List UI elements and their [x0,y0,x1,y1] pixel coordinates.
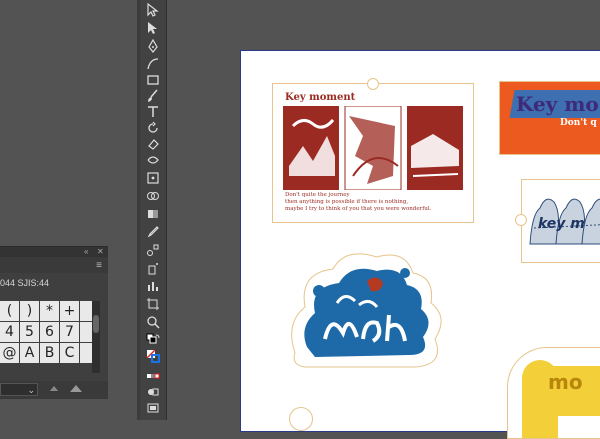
tools-panel [140,0,167,420]
curvature-tool-icon[interactable] [144,56,162,72]
glyph-grid: ( ) * + 4 5 6 7 @ A B C [0,301,99,363]
blend-tool-icon[interactable] [144,242,162,258]
glyph-cell[interactable]: 6 [40,322,59,342]
selection-tool-icon[interactable] [144,2,162,18]
blue-lettering-sticker[interactable] [285,243,455,379]
shape-builder-tool-icon[interactable] [144,188,162,204]
glyph-cell[interactable]: B [40,343,59,363]
card-photo-strip [283,106,463,190]
eyedropper-tool-icon[interactable] [144,224,162,240]
glyph-cell[interactable]: 4 [0,322,19,342]
zoom-select[interactable]: ⌄ [0,383,38,396]
glyph-cell[interactable]: C [60,343,79,363]
pen-tool-icon[interactable] [144,38,162,54]
artboard-tool-icon[interactable] [144,296,162,312]
blue-key-tag[interactable]: key m [521,179,600,263]
screen-mode-icon[interactable] [144,400,162,416]
close-panel-icon[interactable]: ✕ [97,247,104,256]
card-title: Key moment [285,92,356,103]
zoom-in-icon[interactable] [70,385,82,392]
zoom-tool-icon[interactable] [144,314,162,330]
free-transform-tool-icon[interactable] [144,170,162,186]
warp-tool-icon[interactable] [144,152,162,168]
glyph-cell[interactable]: @ [0,343,19,363]
card-line: Don't quite the journey [285,192,350,198]
artboard[interactable]: Key moment Don't quite the journey then … [240,50,600,439]
card-line: then anything is possible if there is no… [285,199,409,205]
panel-tab-strip: « ✕ [0,247,108,257]
paintbrush-tool-icon[interactable] [144,88,162,104]
eraser-tool-icon[interactable] [144,136,162,152]
glyph-cell[interactable]: + [60,301,79,321]
glyph-cell[interactable]: A [20,343,39,363]
card-caption: Don't quite the journey then anything is… [285,192,431,213]
column-graph-tool-icon[interactable] [144,278,162,294]
hamburger-icon[interactable]: ≡ [96,260,102,271]
yellow-text: mo [548,370,583,394]
glyphs-panel: « ✕ ≡ 044 SJIS:44 ( ) * + 4 5 6 7 @ A B … [0,246,108,399]
default-colors-icon[interactable] [144,332,162,348]
collapse-icon[interactable]: « [84,247,88,256]
glyph-font-label: 044 SJIS:44 [0,278,50,288]
type-tool-icon[interactable] [144,104,162,120]
color-mode-icon[interactable] [144,368,162,384]
glyph-cell[interactable]: ) [20,301,39,321]
key-moment-card[interactable]: Key moment Don't quite the journey then … [272,78,474,223]
draw-mode-icon[interactable] [144,384,162,400]
glyph-cell[interactable]: 5 [20,322,39,342]
partial-sticker-outline [289,407,313,431]
glyph-scrollbar[interactable] [92,301,100,373]
symbol-sprayer-tool-icon[interactable] [144,260,162,276]
orange-key-tag[interactable]: Key mo Don't q [499,81,600,155]
rotate-tool-icon[interactable] [144,120,162,136]
tag-hole [367,78,379,90]
zoom-out-icon[interactable] [49,386,59,391]
gradient-tool-icon[interactable] [144,206,162,222]
tag-hole [515,214,527,226]
rectangle-tool-icon[interactable] [144,72,162,88]
glyph-cell[interactable]: 7 [60,322,79,342]
orange-tag-title: Key mo [516,92,599,116]
panel-footer: ⌄ [0,381,108,399]
glyph-cell[interactable]: ( [0,301,19,321]
scroll-thumb[interactable] [93,315,99,333]
panel-header: ≡ [0,257,108,273]
card-line: maybe I try to think of you that you wer… [285,206,432,212]
blue-tag-text: key m [538,216,585,232]
fill-stroke-swatch-icon[interactable] [144,348,162,364]
yellow-sticker[interactable]: mo [507,347,600,439]
direct-selection-tool-icon[interactable] [144,20,162,36]
orange-tag-subtitle: Don't q [560,118,597,128]
glyph-cell[interactable]: * [40,301,59,321]
